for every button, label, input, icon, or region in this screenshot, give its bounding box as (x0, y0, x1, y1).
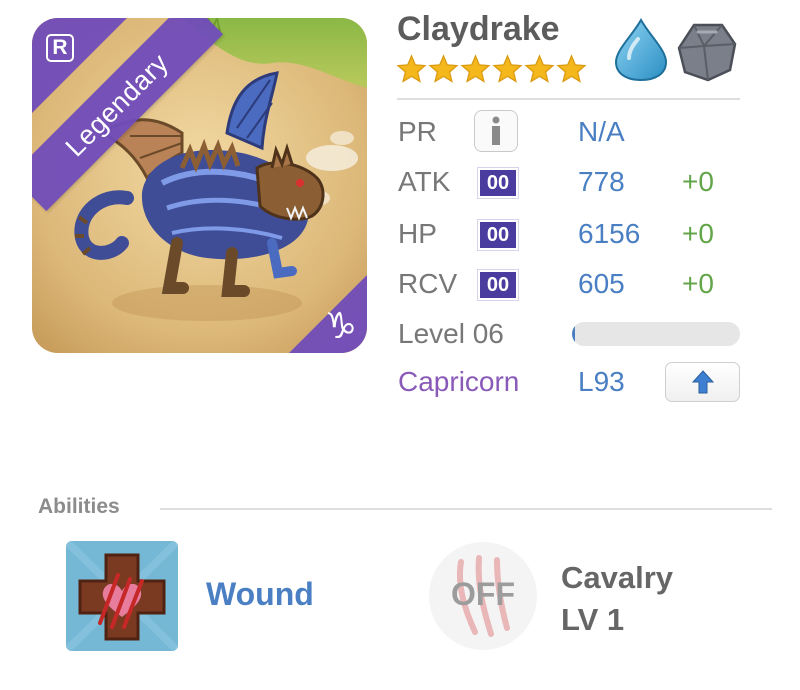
rarity-badge: R (46, 34, 74, 62)
atk-plus-badge: 00 (477, 167, 519, 199)
rcv-value: 605 (578, 268, 625, 299)
star-icon (524, 54, 555, 83)
capricorn-icon: ♑ (324, 306, 357, 347)
star-icon (396, 54, 427, 83)
ability-name[interactable]: Wound (206, 576, 314, 613)
skill-name: Cavalry (561, 560, 674, 595)
skill-state: OFF (451, 576, 515, 612)
hp-bonus: +0 (682, 218, 714, 249)
rcv-plus-badge: 00 (477, 269, 519, 301)
star-icon (492, 54, 523, 83)
arrow-up-icon (691, 370, 714, 394)
atk-label: ATK (398, 166, 451, 197)
star-icon (556, 54, 587, 83)
header-divider (397, 98, 740, 100)
info-icon (492, 116, 500, 145)
atk-bonus: +0 (682, 166, 714, 197)
water-element-icon (614, 18, 668, 82)
level-progress-bar (572, 322, 740, 346)
hp-plus-badge: 00 (477, 219, 519, 251)
rcv-label: RCV (398, 268, 458, 299)
creature-detail-screen: Legendary R ♑ Claydrake PR N/A ATK 00 77… (0, 0, 800, 690)
pr-value: N/A (578, 116, 625, 147)
level-cap: L93 (578, 366, 625, 397)
wound-ability-icon[interactable] (66, 541, 178, 651)
info-button[interactable] (474, 110, 518, 152)
hp-value: 6156 (578, 218, 641, 249)
pr-label: PR (398, 116, 437, 147)
rcv-bonus: +0 (682, 268, 714, 299)
creature-name: Claydrake (397, 10, 560, 48)
abilities-title: Abilities (38, 495, 120, 518)
level-progress-fill (572, 322, 576, 346)
atk-value: 778 (578, 166, 625, 197)
hp-label: HP (398, 218, 437, 249)
star-rating (396, 54, 587, 85)
creature-portrait[interactable]: Legendary R ♑ (32, 18, 367, 353)
upgrade-button[interactable] (665, 362, 740, 402)
skill-level: LV 1 (561, 602, 625, 637)
earth-element-icon (677, 23, 737, 82)
abilities-divider (160, 508, 772, 510)
star-icon (428, 54, 459, 83)
wound-icon (66, 541, 178, 651)
star-icon (460, 54, 491, 83)
level-label: Level 06 (398, 318, 504, 349)
zodiac-sign-label: Capricorn (398, 366, 520, 397)
